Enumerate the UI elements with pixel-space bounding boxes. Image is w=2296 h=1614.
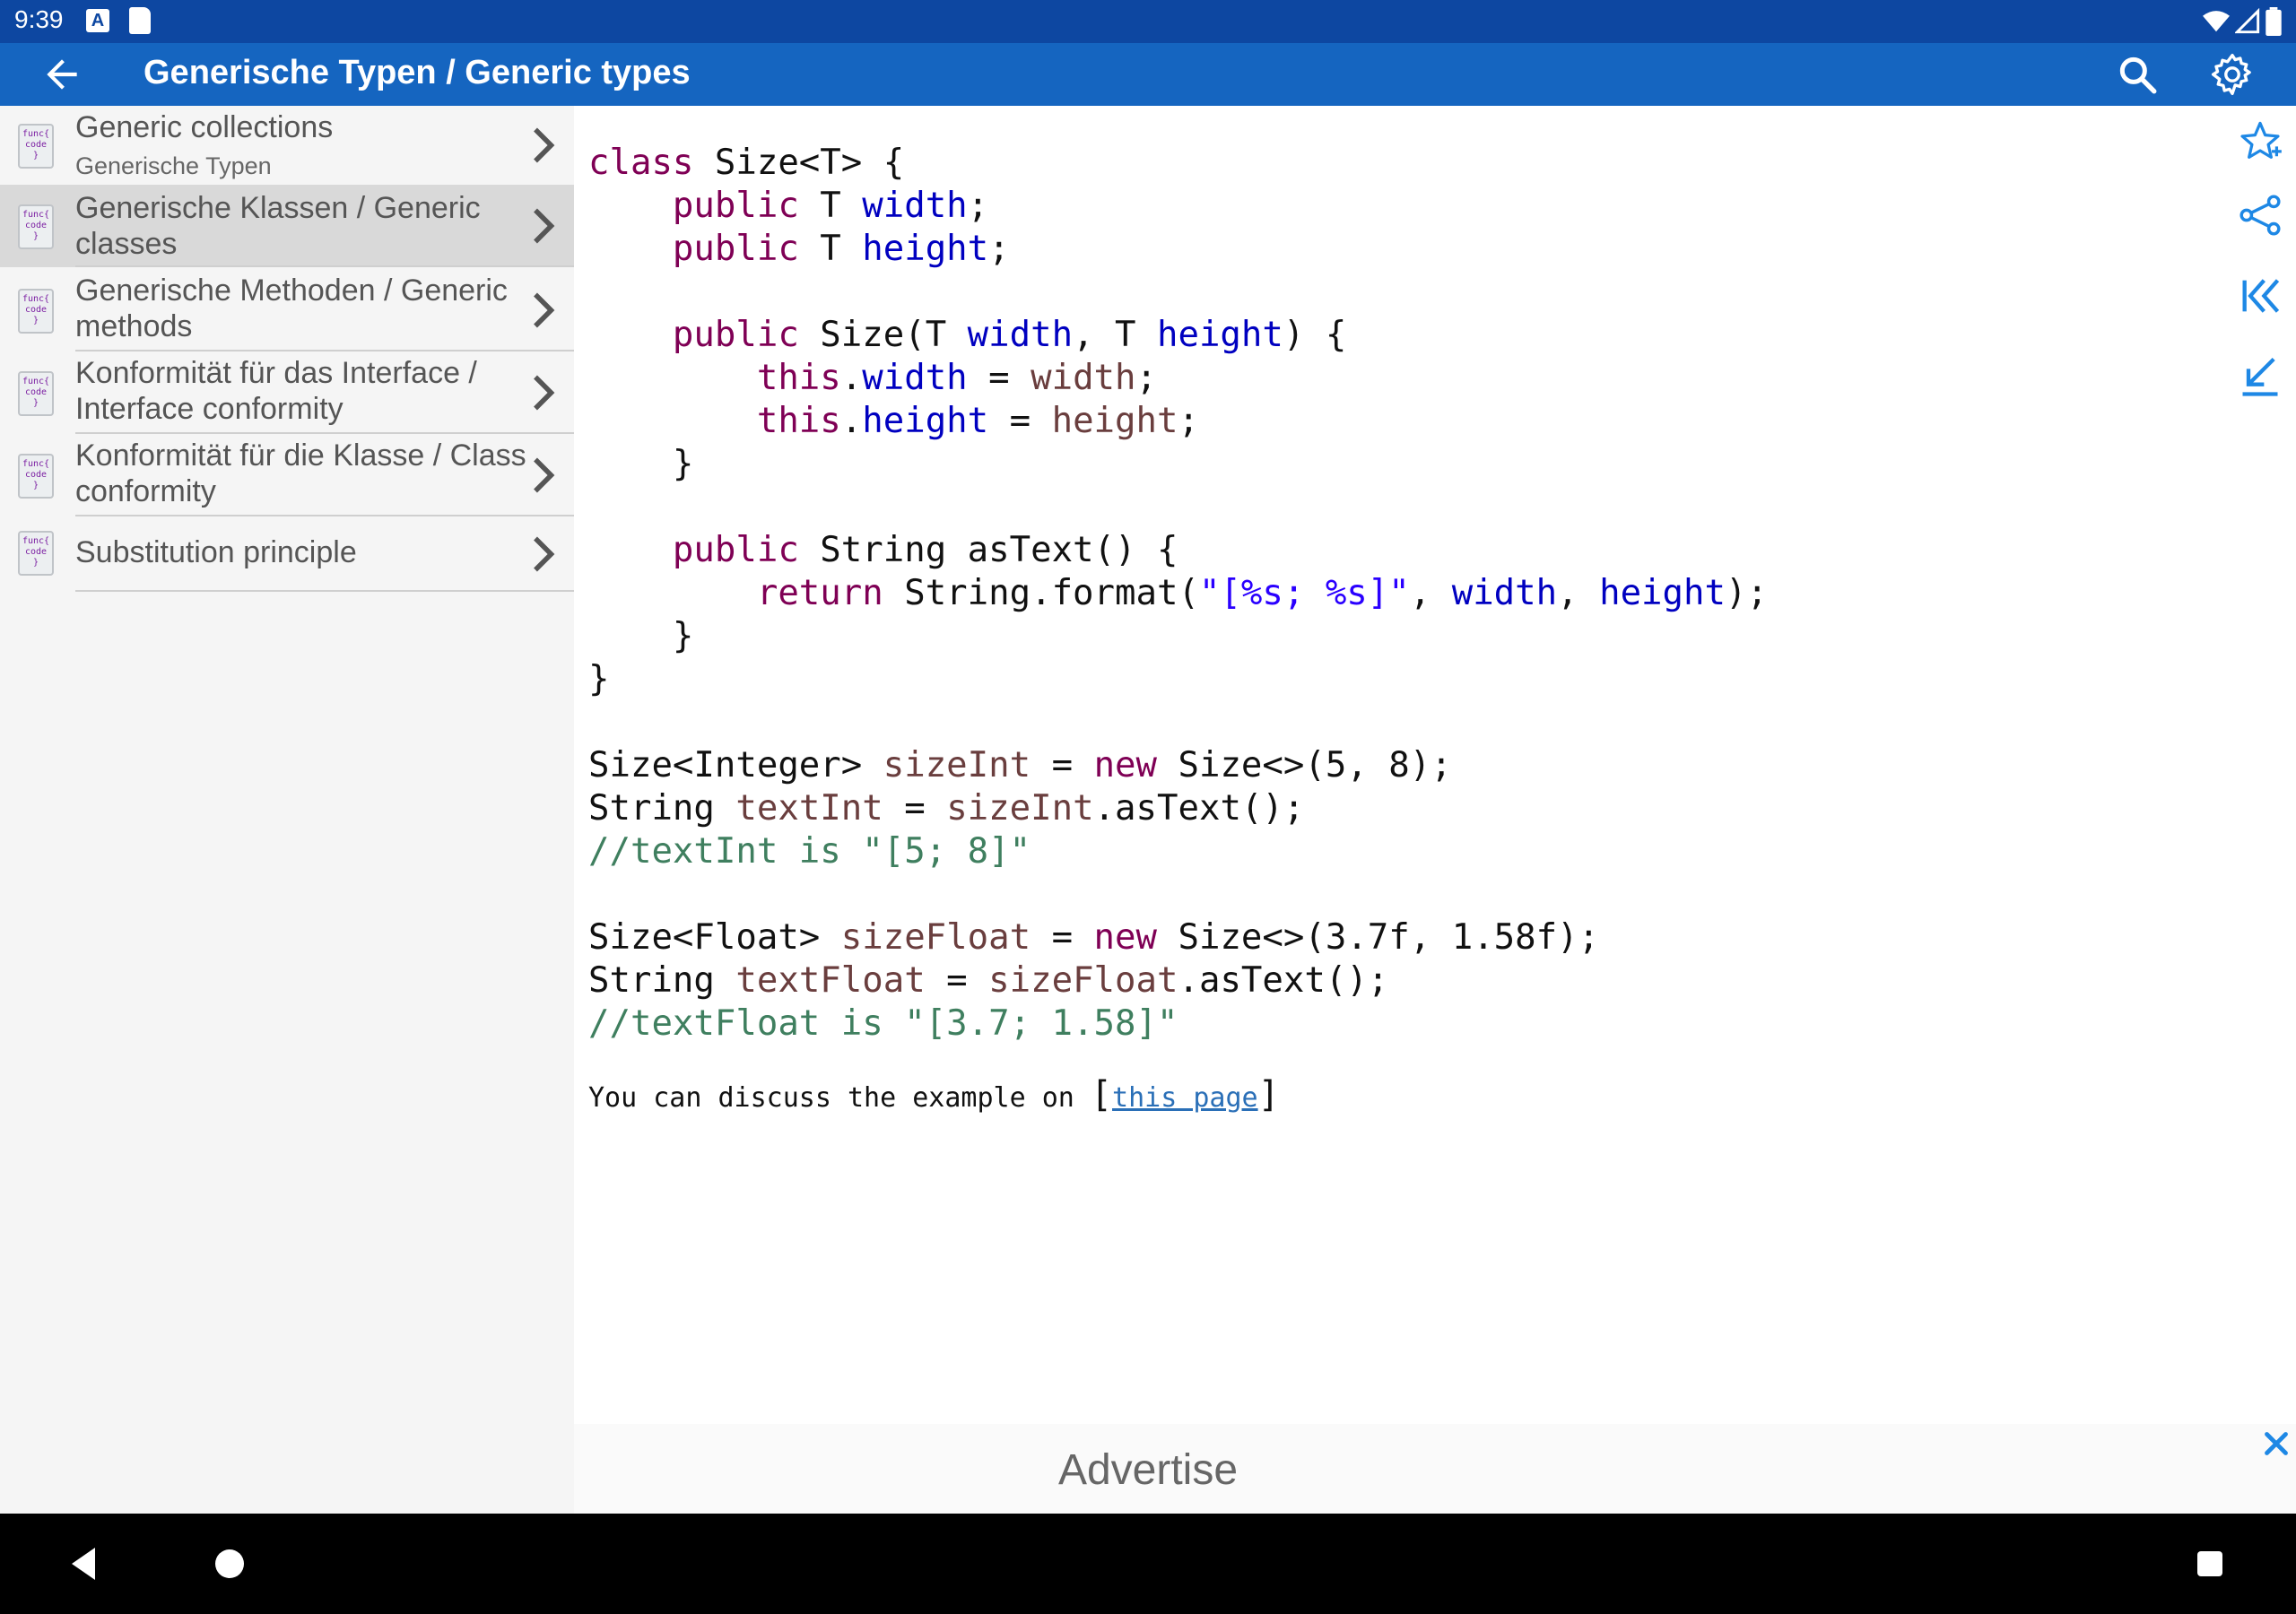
app-window: 9:39 A Generische Typen / Generic types …: [0, 0, 2296, 1614]
skip-first-icon[interactable]: [2237, 273, 2283, 319]
nav-home-icon[interactable]: [208, 1542, 251, 1585]
wifi-icon: [2203, 11, 2230, 32]
keyboard-notification-icon: A: [86, 9, 109, 32]
sidebar-item-generic-classes[interactable]: func{code} Generische Klassen / Generic …: [0, 185, 574, 267]
status-time: 9:39: [14, 5, 64, 33]
sd-card-icon: [129, 7, 151, 34]
system-nav-bar: [0, 1514, 2296, 1614]
divider: [75, 265, 574, 267]
share-icon[interactable]: [2237, 192, 2283, 239]
chevron-right-icon: [534, 457, 555, 493]
bracket: ]: [1257, 1074, 1280, 1115]
code-view: class Size<T> { public T width; public T…: [574, 106, 2224, 1424]
sidebar-item-label: Generische Methoden / Generic methods: [75, 273, 508, 343]
chevron-right-icon: [534, 292, 555, 328]
nav-recents-icon[interactable]: [2188, 1542, 2231, 1585]
this-page-link[interactable]: this page: [1112, 1082, 1258, 1114]
code-file-icon: func{code}: [18, 454, 54, 499]
status-bar: 9:39 A: [0, 0, 2296, 43]
chevron-right-icon: [534, 208, 555, 244]
nav-back-icon[interactable]: [63, 1542, 106, 1585]
close-icon[interactable]: [2260, 1427, 2292, 1460]
sidebar-item-label: Generic collections: [75, 110, 334, 144]
ad-label: Advertise: [1057, 1446, 1239, 1494]
discuss-text: You can discuss the example on: [588, 1082, 1091, 1114]
topic-sidebar: func{code} Generic collections Generisch…: [0, 106, 574, 1514]
sidebar-item-label: Substitution principle: [75, 535, 357, 569]
sidebar-item-interface-conformity[interactable]: func{code} Konformität für das Interface…: [0, 351, 574, 434]
divider: [75, 590, 574, 592]
chevron-right-icon: [534, 375, 555, 411]
code-file-icon: func{code}: [18, 531, 54, 576]
sidebar-item-label: Generische Klassen / Generic classes: [75, 191, 481, 261]
sidebar-item-label: Konformität für das Interface / Interfac…: [75, 356, 477, 426]
sidebar-item-generic-methods[interactable]: func{code} Generische Methoden / Generic…: [0, 269, 574, 351]
ad-banner[interactable]: Advertise: [574, 1424, 2296, 1514]
star-plus-icon[interactable]: [2237, 118, 2283, 165]
chevron-right-icon: [534, 127, 555, 163]
sidebar-item-class-conformity[interactable]: func{code} Konformität für die Klasse / …: [0, 434, 574, 516]
code-file-icon: func{code}: [18, 124, 54, 169]
page-title: Generische Typen / Generic types: [144, 54, 691, 91]
battery-icon: [2266, 7, 2282, 36]
sidebar-item-substitution-principle[interactable]: func{code} Substitution principle: [0, 516, 574, 592]
search-icon[interactable]: [2115, 52, 2160, 97]
code-block: class Size<T> { public T width; public T…: [588, 143, 1768, 1044]
status-icons: [2203, 7, 2282, 36]
code-file-icon: func{code}: [18, 289, 54, 334]
bracket: [: [1090, 1074, 1113, 1115]
sidebar-item-label: Konformität für die Klasse / Class confo…: [75, 438, 526, 508]
discuss-line: You can discuss the example on [this pag…: [588, 1074, 1280, 1115]
right-toolbar: [2224, 106, 2296, 1424]
collapse-icon[interactable]: [2237, 353, 2283, 400]
signal-icon: [2235, 8, 2260, 34]
gear-icon[interactable]: [2208, 50, 2257, 99]
sidebar-item-generic-collections[interactable]: func{code} Generic collections Generisch…: [0, 106, 574, 187]
chevron-right-icon: [534, 536, 555, 572]
code-file-icon: func{code}: [18, 371, 54, 416]
back-arrow-icon[interactable]: [39, 52, 84, 97]
code-file-icon: func{code}: [18, 204, 54, 249]
app-bar: Generische Typen / Generic types: [0, 43, 2296, 106]
sidebar-item-subtitle: Generische Typen: [75, 152, 272, 179]
